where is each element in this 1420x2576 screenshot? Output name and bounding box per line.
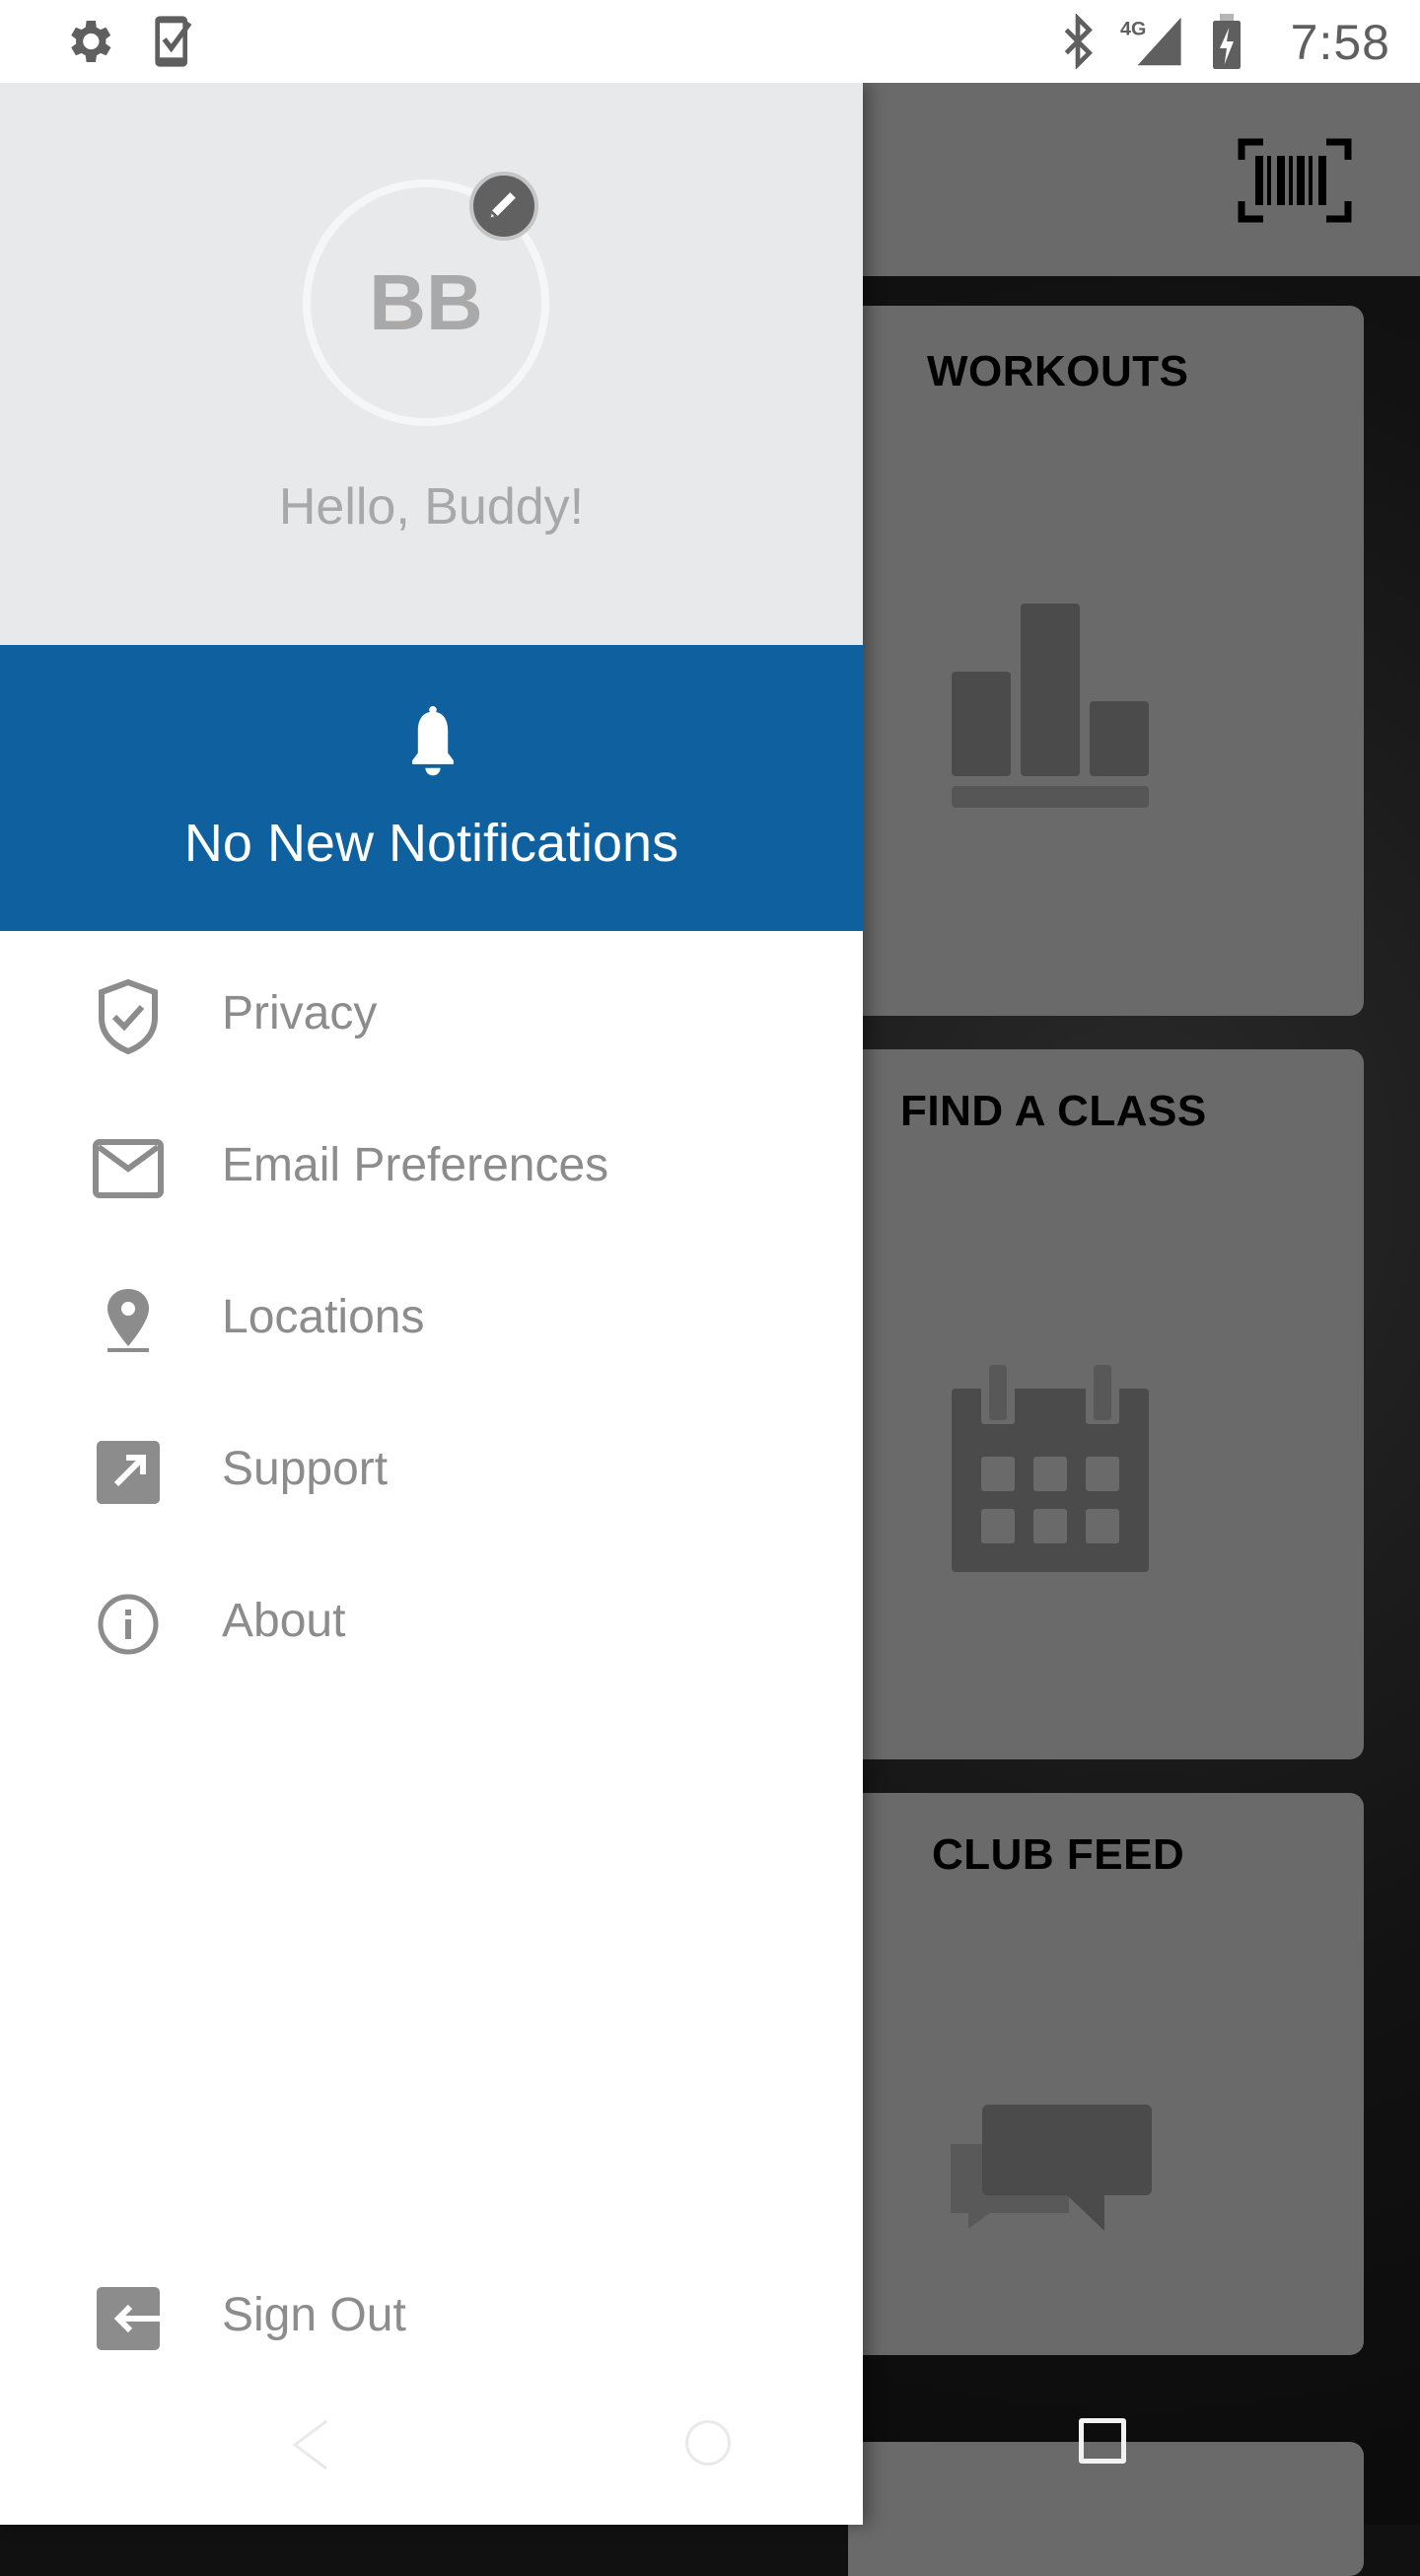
menu-label: About [222, 1595, 346, 1647]
calendar-icon [952, 1365, 1149, 1577]
phone-checklist-icon [150, 14, 197, 74]
profile-header: BB Hello, Buddy! [0, 83, 863, 645]
bar-chart-icon [952, 604, 1149, 816]
notifications-banner[interactable]: No New Notifications [0, 645, 863, 931]
battery-charging-icon [1210, 14, 1243, 74]
envelope-icon [91, 1131, 166, 1206]
navigation-drawer: BB Hello, Buddy! No New Notifications Pr… [0, 83, 863, 2525]
settings-gear-icon [61, 14, 116, 74]
bell-icon [398, 706, 467, 786]
notifications-text: No New Notifications [183, 814, 679, 873]
map-pin-icon [91, 1283, 166, 1358]
tile-club-feed[interactable]: CLUB FEED [848, 1793, 1364, 2355]
home-button[interactable] [685, 2420, 731, 2466]
sign-out-button[interactable]: Sign Out [0, 2247, 863, 2375]
external-link-icon [91, 1435, 166, 1510]
menu-label: Locations [222, 1291, 425, 1343]
tile-title: FIND A CLASS [900, 1087, 1207, 1135]
tile-title: CLUB FEED [932, 1830, 1185, 1879]
menu-label: Sign Out [222, 2289, 406, 2341]
tile-title: WORKOUTS [927, 347, 1189, 395]
chat-bubbles-icon [947, 2105, 1154, 2297]
tile-find-a-class[interactable]: FIND A CLASS [848, 1049, 1364, 1759]
status-time: 7:58 [1290, 15, 1390, 70]
shield-check-icon [91, 979, 166, 1054]
signal-4g-icon: 4G [1120, 14, 1185, 74]
tile-workouts[interactable]: WORKOUTS [848, 306, 1364, 1016]
status-bar: 4G 7:58 [0, 0, 1420, 83]
barcode-scan-icon[interactable] [1238, 138, 1352, 228]
menu-label: Email Preferences [222, 1139, 609, 1191]
menu-label: Privacy [222, 987, 378, 1039]
pencil-icon [485, 185, 523, 228]
bluetooth-icon [1057, 13, 1099, 74]
edit-profile-button[interactable] [469, 172, 538, 241]
network-label: 4G [1120, 18, 1146, 39]
menu-label: Support [222, 1443, 389, 1495]
greeting-text: Hello, Buddy! [278, 478, 585, 536]
info-circle-icon [91, 1587, 166, 1662]
menu-item-about[interactable]: About [0, 1552, 863, 1681]
menu-item-email-preferences[interactable]: Email Preferences [0, 1097, 863, 1225]
menu-item-locations[interactable]: Locations [0, 1249, 863, 1377]
back-button[interactable] [291, 2418, 330, 2476]
sign-out-icon [91, 2281, 166, 2356]
recents-button[interactable] [1079, 2418, 1126, 2464]
menu-item-support[interactable]: Support [0, 1400, 863, 1529]
menu-item-privacy[interactable]: Privacy [0, 945, 863, 1073]
